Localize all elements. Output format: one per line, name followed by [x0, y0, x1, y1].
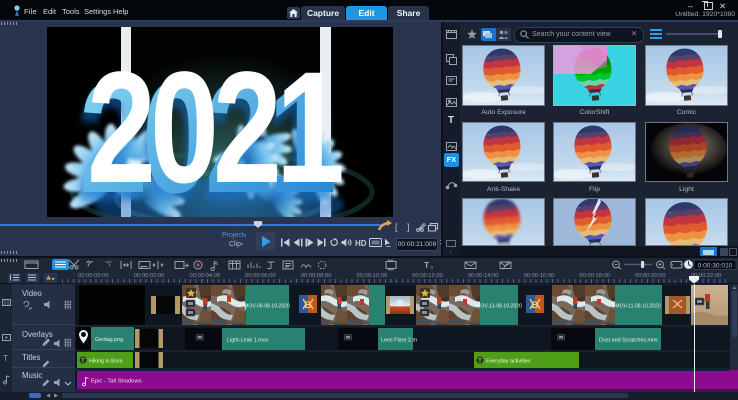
- svg-text:T: T: [478, 359, 482, 365]
- svg-text:Geotag.png: Geotag.png: [95, 337, 123, 343]
- svg-text:Everyday activities: Everyday activities: [486, 359, 531, 365]
- svg-text:T: T: [448, 115, 454, 126]
- svg-text:0: 0: [431, 265, 434, 270]
- svg-text:Light-Leak 1.mov: Light-Leak 1.mov: [227, 338, 269, 344]
- svg-text:MOV-13-08-10-2020: MOV-13-08-10-2020: [476, 304, 522, 310]
- svg-text:T: T: [424, 260, 430, 270]
- svg-text:MOV-11-08-10-2020: MOV-11-08-10-2020: [615, 304, 660, 310]
- svg-text:Lens Flare 2.m: Lens Flare 2.m: [381, 338, 417, 344]
- svg-text:HD: HD: [355, 239, 367, 247]
- svg-text:0:00:30:010: 0:00:30:010: [698, 263, 733, 270]
- svg-text:Dust and Scratches.mov: Dust and Scratches.mov: [599, 338, 658, 344]
- svg-text:Hiking in Bora: Hiking in Bora: [89, 359, 123, 365]
- svg-text:MOV-09-08-10-2020: MOV-09-08-10-2020: [244, 304, 290, 310]
- svg-text:Epic - Tall Shadows: Epic - Tall Shadows: [91, 379, 142, 385]
- svg-text:2021: 2021: [87, 39, 342, 216]
- svg-text:T: T: [81, 359, 85, 365]
- svg-text:T: T: [3, 354, 8, 363]
